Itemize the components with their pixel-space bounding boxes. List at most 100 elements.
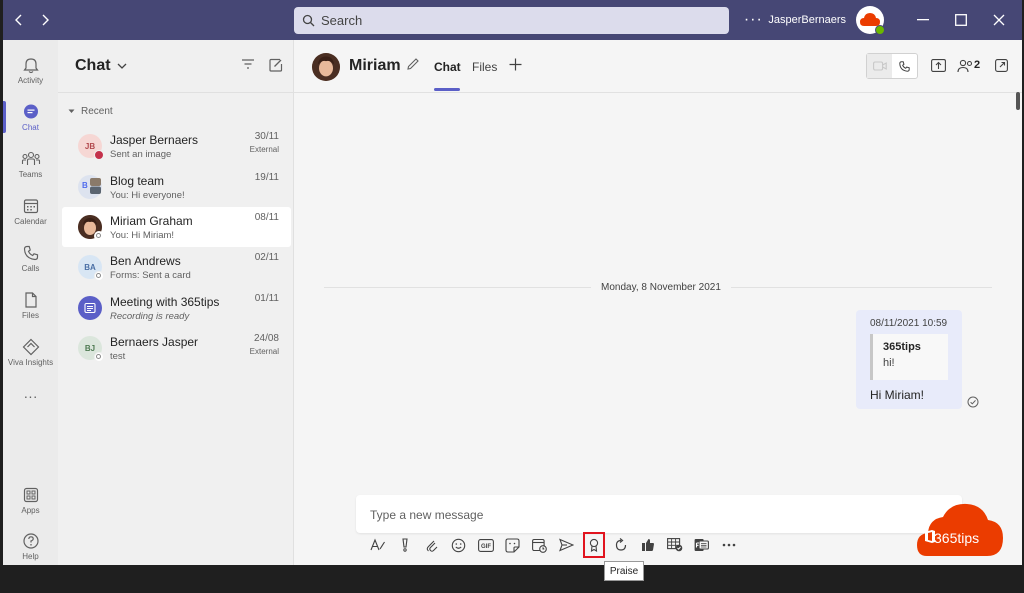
people-icon[interactable] [957, 59, 974, 73]
search-input[interactable]: Search [294, 7, 729, 34]
presence-offline-icon [94, 271, 104, 281]
importance-button[interactable] [391, 533, 418, 557]
praise-tooltip: Praise [604, 561, 644, 581]
rail-label: Help [22, 551, 39, 561]
meet-now-button[interactable] [526, 533, 553, 557]
group-avatar: B [78, 175, 102, 199]
maximize-button[interactable] [942, 0, 980, 40]
presence-busy-icon [94, 150, 104, 160]
chat-list-header: Chat [58, 40, 293, 93]
title-bar: Search ··· JasperBernaers [3, 0, 1022, 40]
chevron-left-icon [15, 14, 22, 26]
pencil-icon[interactable] [406, 57, 420, 71]
gif-icon: GIF [477, 538, 494, 552]
insights-icon [22, 338, 39, 355]
sticker-icon [505, 537, 520, 553]
svg-text:GIF: GIF [481, 544, 491, 550]
apps-icon [23, 487, 38, 502]
chevron-right-icon [42, 14, 49, 26]
audio-call-button[interactable] [892, 54, 917, 78]
shifts-button[interactable] [661, 533, 688, 557]
back-button[interactable] [7, 8, 31, 32]
rail-item-chat[interactable]: Chat [3, 95, 58, 139]
compose-box[interactable]: Type a new message [356, 495, 962, 533]
group-photo-icon [90, 178, 101, 194]
rail-label: Files [22, 310, 39, 320]
avatar: BJ [78, 336, 104, 362]
rail-label: Calendar [14, 216, 47, 226]
rail-item-help[interactable]: Help [3, 524, 58, 565]
user-avatar[interactable] [856, 6, 885, 35]
conversation-header: Miriam Chat Files 2 [294, 40, 1022, 93]
rail-label: Activity [17, 75, 44, 85]
chat-item-jasper-bernaers[interactable]: JB Jasper Bernaers Sent an image 30/11 E… [62, 126, 291, 166]
message-bubble[interactable]: 08/11/2021 10:59 365tips hi! Hi Miriam! [856, 310, 962, 409]
rail-label: Teams [18, 169, 43, 179]
gif-button[interactable]: GIF [472, 533, 499, 557]
watermark-text: 365tips [934, 530, 980, 546]
contact-name: Miriam [349, 57, 401, 74]
chat-list-panel: Chat Recent JB Jasper Bernaers Sent an i… [58, 40, 294, 565]
chat-item-blog-team[interactable]: B Blog team You: Hi everyone! 19/11 [62, 167, 291, 207]
new-chat-icon[interactable] [269, 58, 283, 72]
approvals-button[interactable] [634, 533, 661, 557]
recent-label: Recent [81, 106, 113, 117]
chat-item-ben-andrews[interactable]: BA Ben Andrews Forms: Sent a card 02/11 [62, 247, 291, 287]
rail-item-files[interactable]: Files [3, 283, 58, 327]
chat-item-meeting-365tips[interactable]: Meeting with 365tips Recording is ready … [62, 288, 291, 328]
emoji-button[interactable] [445, 533, 472, 557]
more-horizontal-icon [722, 543, 735, 547]
rail-item-calls[interactable]: Calls [3, 236, 58, 280]
recent-section-header[interactable]: Recent [68, 106, 113, 117]
tab-files[interactable]: Files [472, 60, 497, 74]
search-placeholder: Search [321, 13, 363, 28]
rail-label: Chat [22, 122, 39, 132]
rail-item-viva-insights[interactable]: Viva Insights [3, 330, 58, 374]
forms-button[interactable] [688, 533, 715, 557]
minimize-button[interactable] [904, 0, 942, 40]
loop-button[interactable] [607, 533, 634, 557]
rail-item-teams[interactable]: Teams [3, 142, 58, 186]
external-badge: External [249, 347, 279, 356]
minimize-icon [917, 19, 929, 21]
praise-button[interactable] [583, 532, 605, 558]
avatar: JB [78, 134, 104, 160]
rail-label: Apps [21, 505, 40, 515]
share-screen-icon[interactable] [931, 59, 946, 72]
tab-chat[interactable]: Chat [434, 60, 461, 74]
rail-more-button[interactable]: ··· [3, 374, 58, 418]
rail-item-activity[interactable]: Activity [3, 48, 58, 92]
presence-available-icon [875, 25, 885, 35]
format-button[interactable] [364, 533, 391, 557]
pop-out-icon[interactable] [995, 59, 1008, 72]
contact-avatar[interactable] [312, 53, 340, 81]
sticker-button[interactable] [499, 533, 526, 557]
chat-list-title[interactable]: Chat [75, 57, 111, 75]
video-call-button[interactable] [867, 54, 892, 78]
forward-button[interactable] [33, 8, 57, 32]
chevron-down-icon[interactable] [117, 63, 127, 69]
external-badge: External [249, 145, 279, 154]
quoted-reply[interactable]: 365tips hi! [870, 334, 948, 380]
scrollbar[interactable] [1016, 92, 1020, 110]
close-button[interactable] [980, 0, 1018, 40]
exclamation-icon [401, 538, 408, 552]
phone-icon [23, 245, 38, 260]
more-options-button[interactable] [715, 533, 742, 557]
quote-text: hi! [883, 357, 895, 369]
chat-item-date: 02/11 [254, 252, 279, 263]
phone-icon [899, 60, 910, 72]
stream-button[interactable] [553, 533, 580, 557]
add-tab-button[interactable] [509, 55, 522, 76]
help-icon [22, 532, 39, 549]
settings-more-button[interactable]: ··· [738, 11, 768, 29]
photo-avatar [312, 53, 340, 81]
rail-item-calendar[interactable]: Calendar [3, 189, 58, 233]
avatar-initials: BJ [84, 343, 96, 353]
attach-button[interactable] [418, 533, 445, 557]
chat-item-miriam-graham[interactable]: Miriam Graham You: Hi Miriam! 08/11 [62, 207, 291, 247]
chat-item-bernaers-jasper[interactable]: BJ Bernaers Jasper test 24/08 External [62, 328, 291, 368]
filter-icon[interactable] [241, 58, 255, 70]
rail-item-apps[interactable]: Apps [3, 478, 58, 522]
teams-icon [21, 151, 40, 165]
